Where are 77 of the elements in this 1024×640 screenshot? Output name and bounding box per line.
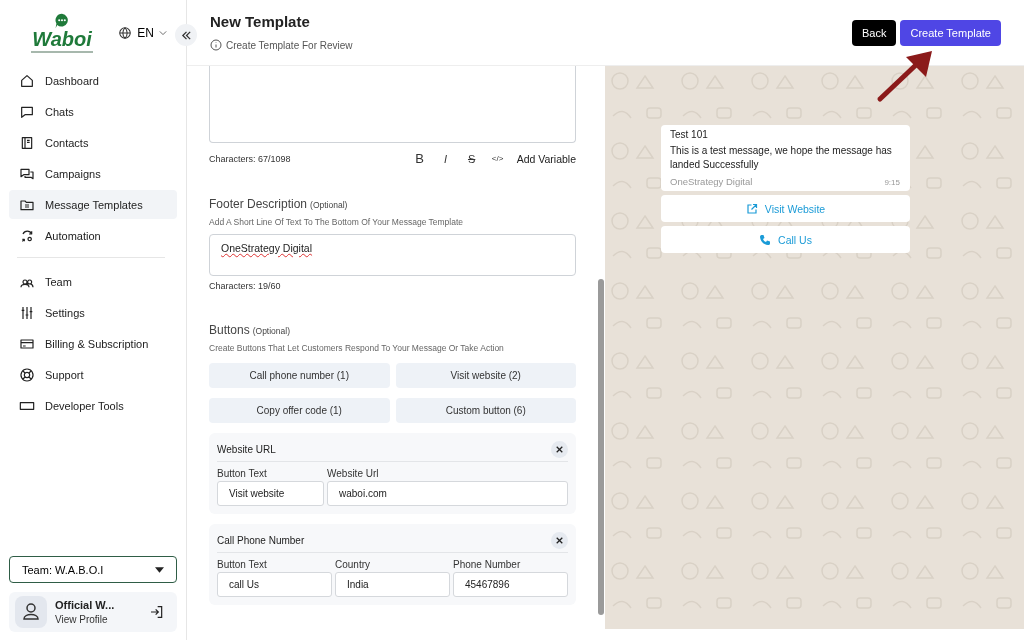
collapse-sidebar-button[interactable] [175, 24, 197, 46]
field-label: Button Text [217, 468, 268, 479]
chat-bubble-icon [54, 13, 70, 29]
nav-icon [19, 227, 35, 244]
input-field[interactable]: waboi.com [327, 481, 568, 506]
external-link-icon [745, 202, 758, 215]
add-variable-button[interactable]: Add Variable [512, 152, 576, 165]
optional-label: (Optional) [252, 326, 291, 336]
field-label: Phone Number [453, 559, 522, 570]
globe-icon [118, 26, 133, 40]
close-icon [556, 445, 563, 453]
nav-item[interactable]: Chats [9, 97, 177, 126]
format-button[interactable]: I [434, 152, 457, 165]
optional-label: (Optional) [310, 200, 348, 210]
logout-icon[interactable] [149, 604, 165, 620]
chevron-down-icon [159, 30, 167, 36]
nav-item[interactable]: Settings [9, 298, 177, 327]
message-time: 9:15 [884, 178, 900, 187]
close-button[interactable] [551, 440, 568, 458]
nav-item[interactable]: Billing & Subscription [9, 329, 177, 358]
phone-icon [759, 233, 772, 246]
double-chevron-left-icon [180, 29, 192, 41]
scrollbar-thumb[interactable] [598, 279, 604, 615]
message-title: Test 101 [670, 129, 709, 140]
nav-icon [19, 72, 35, 89]
section-title: Buttons [209, 323, 250, 337]
close-icon [556, 536, 563, 544]
caret-icon [155, 566, 164, 573]
logo-text: Waboi [32, 29, 92, 49]
back-button[interactable]: Back [852, 20, 897, 46]
nav-item[interactable]: Automation [9, 221, 177, 250]
nav-item[interactable]: Message Templates [9, 190, 177, 219]
profile-card[interactable]: Official W... View Profile [9, 592, 177, 632]
close-button[interactable] [551, 531, 568, 549]
view-profile-link[interactable]: View Profile [55, 614, 141, 625]
card-title: Call Phone Number [217, 534, 305, 546]
message-body: This is a test message, we hope the message has landed Successfully [670, 144, 893, 172]
nav-item[interactable]: Contacts [9, 128, 177, 157]
input-field[interactable]: Visit website [217, 481, 324, 506]
nav-item[interactable]: Team [9, 267, 177, 296]
field-label: Country [335, 559, 371, 570]
add-button-option[interactable]: Visit website (2) [395, 363, 576, 388]
create-template-button[interactable]: Create Template [900, 20, 1001, 46]
character-count: Characters: 67/1098 [209, 153, 291, 164]
team-selector[interactable]: Team: W.A.B.O.I [9, 556, 177, 583]
profile-name: Official W... [55, 599, 116, 611]
section-title: Footer Description [209, 197, 308, 211]
input-field[interactable]: 45467896 [453, 572, 568, 597]
nav-item[interactable]: Support [9, 360, 177, 389]
logo-tagline [31, 51, 93, 53]
section-hint: Create Buttons That Let Customers Respond To Your Message Or Take Action [209, 343, 505, 353]
field-label: Website Url [327, 468, 380, 479]
section-hint: Add A Short Line Of Text To The Bottom Of Your Message Template [209, 217, 465, 227]
format-button[interactable]: </> [486, 154, 509, 163]
page-subtitle: Create Template For Review [226, 39, 353, 51]
format-button[interactable]: S [460, 152, 483, 165]
add-button-option[interactable]: Call phone number (1) [209, 363, 390, 388]
nav-icon [19, 134, 35, 151]
field-label: Button Text [217, 559, 268, 570]
language-selector[interactable]: EN [118, 26, 167, 40]
message-footer: OneStrategy Digital [670, 176, 753, 187]
nav-item[interactable]: Campaigns [9, 159, 177, 188]
add-button-option[interactable]: Copy offer code (1) [209, 398, 390, 423]
nav-item[interactable]: Developer Tools [9, 391, 177, 420]
page-title: New Template [210, 13, 311, 30]
footer-textarea[interactable]: OneStrategy Digital [209, 234, 576, 276]
nav-icon [19, 366, 35, 383]
input-field[interactable]: India [335, 572, 450, 597]
info-icon [210, 39, 222, 51]
add-button-option[interactable]: Custom button (6) [395, 398, 576, 423]
nav-icon [19, 304, 35, 321]
format-button[interactable]: B [408, 151, 431, 166]
nav-item[interactable]: Dashboard [9, 66, 177, 95]
input-field[interactable]: call Us [217, 572, 332, 597]
card-title: Website URL [217, 443, 276, 455]
character-count: Characters: 19/60 [209, 281, 282, 291]
user-avatar-icon [15, 596, 47, 628]
